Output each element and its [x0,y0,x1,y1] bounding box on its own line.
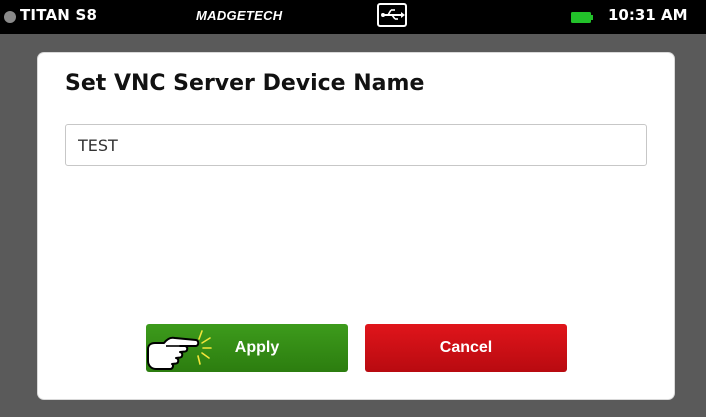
cancel-button-label: Cancel [439,339,493,356]
device-name-input[interactable] [65,124,647,166]
status-indicator-icon [4,11,16,23]
device-name: TITAN S8 [20,6,98,24]
battery-icon [571,12,593,23]
brand-logo: MADGETECH [196,8,283,23]
clock: 10:31 AM [608,6,688,24]
dialog-title: Set VNC Server Device Name [65,71,425,96]
cancel-button[interactable]: Cancel [365,324,567,372]
apply-button-label: Apply [234,339,280,356]
dialog: Set VNC Server Device Name Apply Cancel [38,53,674,399]
usb-icon [377,3,407,27]
pointing-hand-icon [147,330,212,370]
status-bar: TITAN S8 MADGETECH 10:31 AM [0,0,706,34]
